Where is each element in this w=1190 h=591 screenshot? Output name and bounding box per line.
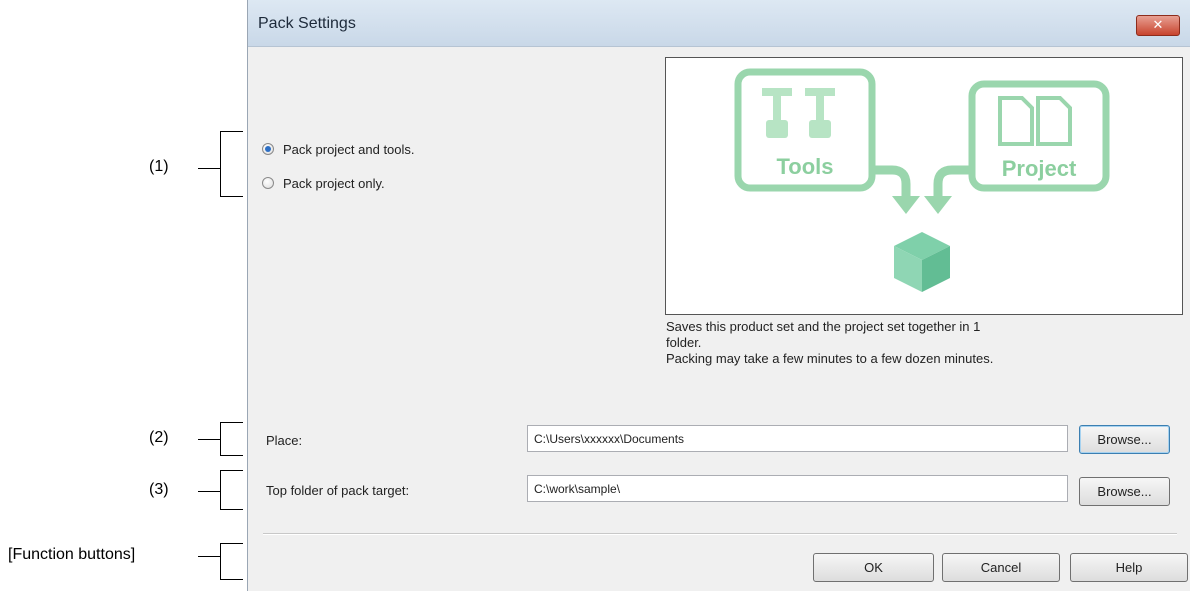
callout-2-bracket-top — [220, 422, 243, 423]
callout-3-label: (3) — [149, 481, 169, 498]
title-bar[interactable]: Pack Settings ✕ — [248, 0, 1190, 47]
callout-3-bracket — [220, 470, 221, 510]
pack-illustration: Tools Project — [665, 57, 1183, 315]
pack-settings-dialog: Pack Settings ✕ Pack project and tools. … — [247, 0, 1190, 591]
tools-text: Tools — [776, 154, 833, 179]
callout-1-leader — [198, 168, 220, 169]
separator — [263, 533, 1177, 535]
close-icon: ✕ — [1152, 17, 1164, 32]
radio-pack-project-only-label: Pack project only. — [283, 175, 385, 191]
pack-description: Saves this product set and the project s… — [666, 319, 1166, 367]
callout-2-leader — [198, 439, 220, 440]
place-browse-button[interactable]: Browse... — [1079, 425, 1170, 454]
dialog-title: Pack Settings — [258, 15, 356, 32]
callout-1-bracket-top — [220, 131, 243, 132]
cancel-button[interactable]: Cancel — [942, 553, 1060, 582]
description-line-1: Saves this product set and the project s… — [666, 319, 981, 334]
description-line-3: Packing may take a few minutes to a few … — [666, 351, 994, 366]
callout-function-bracket-bottom — [220, 579, 243, 580]
description-line-2: folder. — [666, 335, 702, 350]
package-box-icon — [894, 232, 950, 292]
project-text: Project — [1002, 156, 1077, 181]
pack-illustration-graphic: Tools Project — [734, 68, 1110, 292]
project-arrow-icon — [933, 165, 972, 200]
top-folder-input[interactable] — [527, 475, 1068, 502]
help-button[interactable]: Help — [1070, 553, 1188, 582]
callout-function-bracket — [220, 543, 221, 580]
radio-checked-icon[interactable] — [262, 143, 274, 155]
callout-3-bracket-top — [220, 470, 243, 471]
dialog-body: Pack project and tools. Pack project onl… — [248, 47, 1190, 591]
callout-2-bracket — [220, 422, 221, 456]
radio-pack-project-and-tools-label: Pack project and tools. — [283, 141, 415, 157]
top-folder-label: Top folder of pack target: — [266, 483, 410, 498]
ok-button[interactable]: OK — [813, 553, 934, 582]
callout-3-leader — [198, 491, 220, 492]
top-folder-browse-button[interactable]: Browse... — [1079, 477, 1170, 506]
callout-function-leader — [198, 556, 220, 557]
callout-1-bracket — [220, 131, 221, 197]
callout-1-bracket-bottom — [220, 196, 243, 197]
place-label: Place: — [266, 433, 303, 448]
place-input[interactable] — [527, 425, 1068, 452]
radio-unchecked-icon[interactable] — [262, 177, 274, 189]
callout-3-bracket-bottom — [220, 509, 243, 510]
callout-2-bracket-bottom — [220, 455, 243, 456]
radio-pack-project-only[interactable]: Pack project only. — [262, 173, 385, 193]
callout-2-label: (2) — [149, 429, 169, 446]
callout-function-label: [Function buttons] — [8, 546, 136, 563]
radio-pack-project-and-tools[interactable]: Pack project and tools. — [262, 139, 415, 159]
callout-function-bracket-top — [220, 543, 243, 544]
callout-1-label: (1) — [149, 158, 169, 175]
tools-arrow-icon — [872, 165, 911, 200]
close-button[interactable]: ✕ — [1136, 15, 1180, 36]
